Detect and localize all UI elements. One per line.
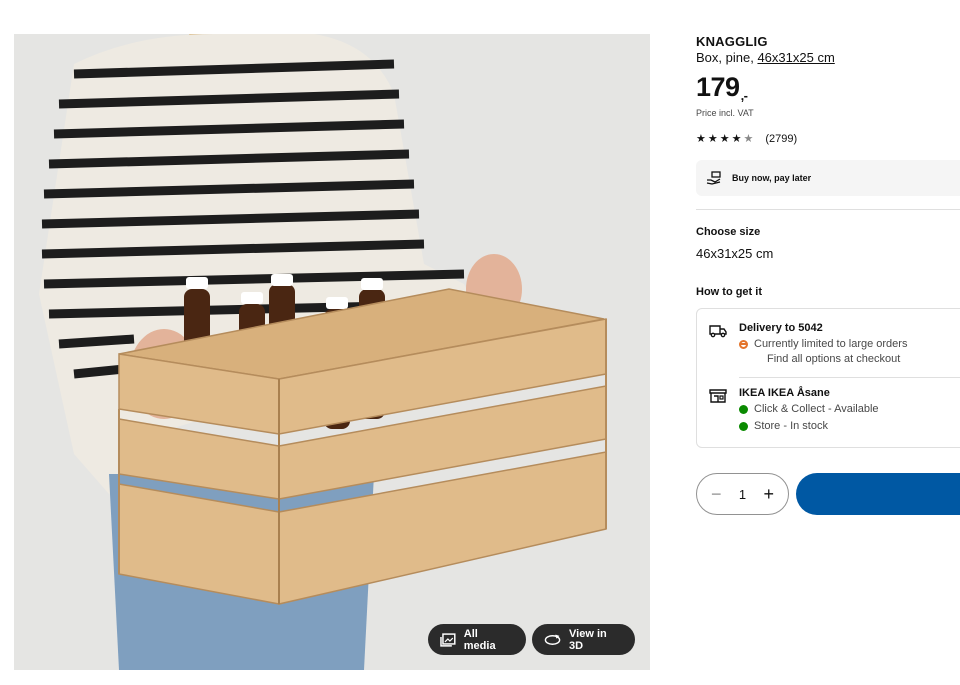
minus-icon[interactable]: − (711, 485, 722, 503)
buy-now-pay-later-banner[interactable]: Buy now, pay later (696, 160, 960, 196)
product-rating[interactable]: ★ ★ ★ ★ ★ (2799) (696, 132, 798, 146)
fulfilment-options: Delivery to 5042 Currently limited to la… (696, 308, 960, 448)
store-stock-text: Store - In stock (754, 420, 828, 432)
star-icon: ★ (719, 133, 730, 145)
click-collect-text: Click & Collect - Available (754, 403, 879, 415)
divider (696, 209, 960, 210)
star-icon: ★ (696, 133, 706, 145)
truck-icon (709, 325, 727, 338)
bnpl-label: Buy now, pay later (732, 173, 812, 183)
quantity-value[interactable]: 1 (739, 487, 746, 502)
product-description: Box, pine, 46x31x25 cm (696, 50, 835, 65)
delivery-status: Currently limited to large orders (739, 338, 907, 350)
rotate-3d-icon (544, 634, 561, 645)
size-value[interactable]: 46x31x25 cm (696, 246, 773, 261)
plus-icon[interactable]: + (763, 485, 774, 503)
star-icon: ★ (731, 133, 742, 145)
warning-status-icon (739, 339, 748, 349)
all-media-button[interactable]: All media (428, 624, 526, 655)
gallery-icon (440, 632, 456, 647)
delivery-title: Delivery to 5042 (739, 322, 823, 334)
half-star-icon: ★ (743, 133, 754, 145)
product-type: Box, pine, (696, 50, 754, 65)
view-in-3d-label: View in 3D (569, 627, 607, 652)
payment-hand-icon (706, 171, 721, 185)
view-in-3d-button[interactable]: View in 3D (532, 624, 635, 655)
product-image[interactable]: All media View in 3D (14, 34, 650, 670)
divider (739, 377, 960, 378)
quantity-stepper[interactable]: − 1 + (696, 473, 789, 515)
product-name: KNAGGLIG (696, 34, 768, 49)
in-stock-status-icon (739, 421, 748, 431)
product-dimensions-link[interactable]: 46x31x25 cm (757, 50, 834, 65)
add-to-bag-button[interactable] (796, 473, 960, 515)
rating-stars: ★ ★ ★ ★ ★ (696, 132, 753, 145)
how-to-get-label: How to get it (696, 286, 762, 298)
vat-note: Price incl. VAT (696, 108, 754, 118)
price-value: 179 (696, 72, 740, 102)
click-collect-status: Click & Collect - Available (739, 403, 879, 415)
star-icon: ★ (707, 133, 718, 145)
store-icon (709, 389, 727, 403)
price-suffix: ,- (740, 88, 748, 103)
product-price: 179,- (696, 72, 748, 103)
delivery-note: Find all options at checkout (767, 353, 901, 365)
all-media-label: All media (463, 627, 496, 652)
delivery-status-text: Currently limited to large orders (754, 338, 908, 350)
product-photo (14, 34, 650, 670)
store-stock-status: Store - In stock (739, 420, 828, 432)
choose-size-label: Choose size (696, 226, 761, 238)
store-title: IKEA IKEA Åsane (739, 387, 830, 399)
review-count: (2799) (765, 132, 798, 145)
available-status-icon (739, 404, 748, 414)
